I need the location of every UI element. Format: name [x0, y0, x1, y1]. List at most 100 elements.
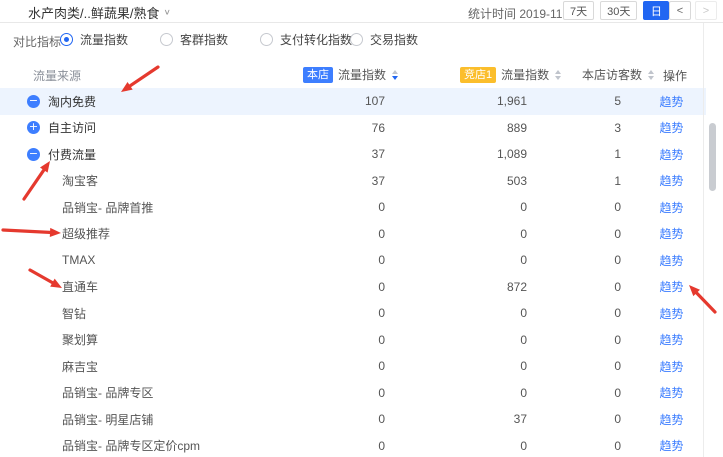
- trend-link[interactable]: 趋势: [659, 439, 683, 453]
- comp-value-cell: 503: [385, 174, 527, 188]
- sort-icon[interactable]: [392, 70, 398, 80]
- range-button-30d[interactable]: 30天: [600, 1, 637, 20]
- table-row: 淘宝客375031趋势: [0, 168, 706, 195]
- self-value-cell: 0: [300, 333, 385, 347]
- traffic-source-cell: 直通车: [0, 278, 300, 295]
- compare-metric-label: 对比指标: [13, 33, 61, 50]
- visitors-label: 本店访客数: [582, 66, 642, 83]
- column-header-competitor-index[interactable]: 竞店1 流量指数: [460, 66, 561, 83]
- traffic-source-label: 智钻: [62, 305, 86, 322]
- visitors-value-cell: 0: [527, 227, 621, 241]
- trend-link[interactable]: 趋势: [659, 386, 683, 400]
- traffic-source-label: 超级推荐: [62, 225, 110, 242]
- action-cell: 趋势: [621, 358, 706, 375]
- collapse-icon[interactable]: −: [27, 148, 40, 161]
- scrollbar-thumb[interactable]: [709, 123, 716, 191]
- self-value-cell: 0: [300, 359, 385, 373]
- range-button-7d[interactable]: 7天: [563, 1, 594, 20]
- traffic-source-cell: 麻吉宝: [0, 358, 300, 375]
- table-row: 智钻000趋势: [0, 300, 706, 327]
- compare-metric-row: 对比指标 流量指数 客群指数 支付转化指数交易指数: [0, 23, 723, 57]
- traffic-source-label: 品销宝- 明星店铺: [62, 411, 153, 428]
- collapse-icon[interactable]: −: [27, 95, 40, 108]
- trend-link[interactable]: 趋势: [659, 360, 683, 374]
- radio-unselected-icon[interactable]: [160, 33, 173, 46]
- date-range-group: 7天 30天日: [563, 1, 669, 20]
- trend-link[interactable]: 趋势: [659, 201, 683, 215]
- expand-icon[interactable]: +: [27, 121, 40, 134]
- traffic-source-cell: +自主访问: [0, 119, 300, 136]
- action-cell: 趋势: [621, 146, 706, 163]
- comp-value-cell: 0: [385, 386, 527, 400]
- traffic-source-label: 直通车: [62, 278, 98, 295]
- sort-icon[interactable]: [555, 70, 561, 80]
- action-cell: 趋势: [621, 411, 706, 428]
- metric-radio-option[interactable]: 支付转化指数: [260, 31, 352, 48]
- next-arrow-button[interactable]: >: [695, 1, 717, 20]
- traffic-source-cell: 淘宝客: [0, 172, 300, 189]
- metric-radio-option[interactable]: 流量指数: [60, 31, 128, 48]
- prev-arrow-button[interactable]: <: [669, 1, 691, 20]
- visitors-value-cell: 0: [527, 386, 621, 400]
- table-row: 直通车08720趋势: [0, 274, 706, 301]
- action-cell: 趋势: [621, 384, 706, 401]
- traffic-source-cell: 智钻: [0, 305, 300, 322]
- column-header-visitors[interactable]: 本店访客数: [582, 66, 654, 83]
- visitors-value-cell: 0: [527, 333, 621, 347]
- chevron-down-icon: ∨: [163, 8, 170, 17]
- comp-value-cell: 1,961: [385, 94, 527, 108]
- metric-radio-option[interactable]: 交易指数: [350, 31, 418, 48]
- trend-link[interactable]: 趋势: [659, 254, 683, 268]
- traffic-source-label: 聚划算: [62, 331, 98, 348]
- trend-link[interactable]: 趋势: [659, 280, 683, 294]
- trend-link[interactable]: 趋势: [659, 148, 683, 162]
- table-row: −付费流量371,0891趋势: [0, 141, 706, 168]
- action-cell: 趋势: [621, 225, 706, 242]
- visitors-value-cell: 3: [527, 121, 621, 135]
- category-selector[interactable]: 水产肉类/..鲜蔬果/熟食 ∨: [28, 3, 171, 22]
- traffic-source-cell: 超级推荐: [0, 225, 300, 242]
- action-cell: 趋势: [621, 305, 706, 322]
- self-value-cell: 0: [300, 227, 385, 241]
- table-row: 聚划算000趋势: [0, 327, 706, 354]
- visitors-value-cell: 0: [527, 280, 621, 294]
- sort-icon[interactable]: [648, 70, 654, 80]
- table-row: 品销宝- 明星店铺0370趋势: [0, 406, 706, 433]
- visitors-value-cell: 0: [527, 359, 621, 373]
- trend-link[interactable]: 趋势: [659, 174, 683, 188]
- visitors-value-cell: 0: [527, 200, 621, 214]
- trend-link[interactable]: 趋势: [659, 95, 683, 109]
- radio-unselected-icon[interactable]: [350, 33, 363, 46]
- table-row: 超级推荐000趋势: [0, 221, 706, 248]
- metric-radio-option[interactable]: 客群指数: [160, 31, 228, 48]
- radio-selected-icon[interactable]: [60, 33, 73, 46]
- table-row: 品销宝- 品牌专区定价cpm000趋势: [0, 433, 706, 457]
- visitors-value-cell: 1: [527, 174, 621, 188]
- self-value-cell: 0: [300, 280, 385, 294]
- trend-link[interactable]: 趋势: [659, 333, 683, 347]
- trend-link[interactable]: 趋势: [659, 413, 683, 427]
- metric-radio-label: 流量指数: [80, 31, 128, 48]
- trend-link[interactable]: 趋势: [659, 227, 683, 241]
- traffic-source-cell: 聚划算: [0, 331, 300, 348]
- radio-unselected-icon[interactable]: [260, 33, 273, 46]
- self-value-cell: 0: [300, 439, 385, 453]
- column-header-self-index[interactable]: 本店 流量指数: [303, 66, 398, 83]
- trend-link[interactable]: 趋势: [659, 121, 683, 135]
- self-value-cell: 0: [300, 386, 385, 400]
- traffic-source-table: 流量来源 本店 流量指数 竞店1 流量指数 本店访客数 操作 −淘内免费1071…: [0, 62, 706, 457]
- visitors-value-cell: 0: [527, 253, 621, 267]
- traffic-source-label: 品销宝- 品牌首推: [62, 199, 153, 216]
- traffic-source-label: 淘内免费: [48, 93, 96, 110]
- table-row: −淘内免费1071,9615趋势: [0, 88, 706, 115]
- visitors-value-cell: 0: [527, 412, 621, 426]
- comp-value-cell: 0: [385, 306, 527, 320]
- range-button-day[interactable]: 日: [643, 1, 669, 20]
- vertical-scrollbar[interactable]: [709, 115, 717, 457]
- traffic-source-label: 麻吉宝: [62, 358, 98, 375]
- column-header-source: 流量来源: [33, 67, 81, 84]
- traffic-source-cell: 品销宝- 品牌首推: [0, 199, 300, 216]
- action-cell: 趋势: [621, 252, 706, 269]
- action-cell: 趋势: [621, 278, 706, 295]
- trend-link[interactable]: 趋势: [659, 307, 683, 321]
